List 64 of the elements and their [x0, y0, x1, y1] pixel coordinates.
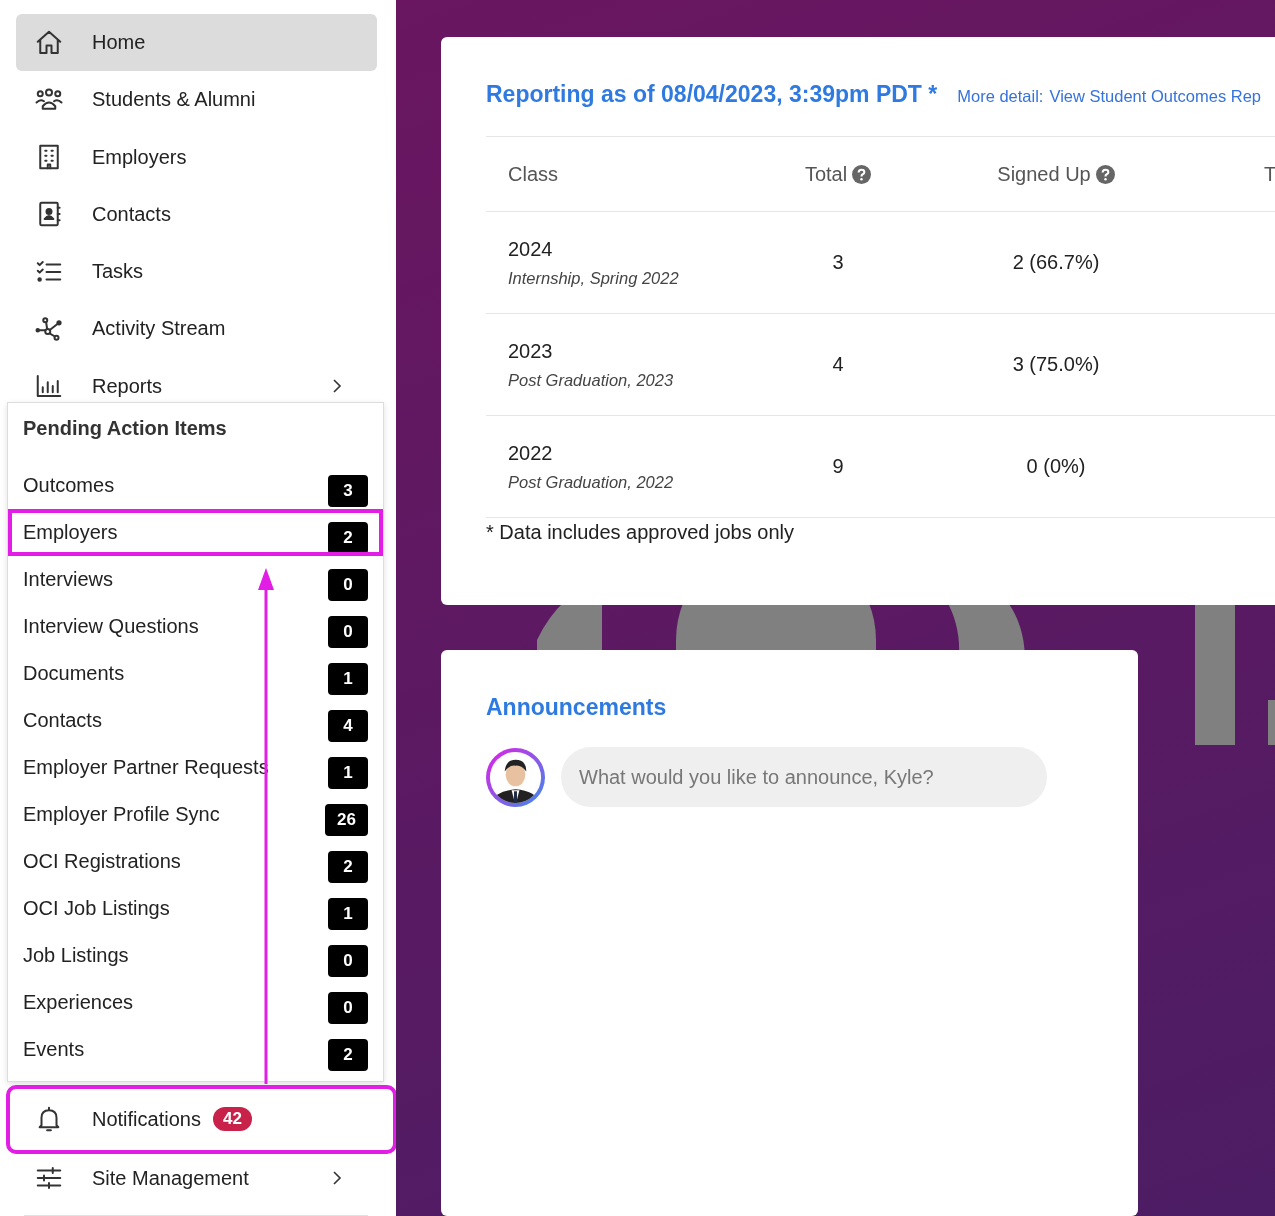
- count-badge: 1: [328, 898, 368, 931]
- menu-item[interactable]: Outcomes 3: [8, 461, 383, 509]
- menu-item[interactable]: OCI Job Listings 1: [8, 884, 383, 932]
- menu-item[interactable]: Employer Profile Sync 26: [8, 790, 383, 838]
- count-badge: 0: [328, 992, 368, 1025]
- column-header: T: [1263, 162, 1275, 186]
- class-year: 2024: [508, 237, 554, 261]
- count-badge: 4: [328, 710, 368, 743]
- column-header: Total: [776, 162, 900, 186]
- count-badge: 42: [212, 1107, 252, 1132]
- count-badge: 1: [328, 757, 368, 790]
- nav-item[interactable]: Contacts: [16, 185, 377, 243]
- table-cell-text: 0 (0%): [1025, 455, 1087, 478]
- table-cell-text: 2 (66.7%): [1011, 251, 1101, 274]
- menu-item[interactable]: Job Listings 0: [8, 931, 383, 979]
- table-cell-text: 9: [831, 455, 845, 478]
- count-badge: 1: [328, 663, 368, 696]
- column-header: Class: [507, 162, 559, 186]
- card-title: Reporting as of 08/04/2023, 3:39pm PDT *: [486, 81, 938, 108]
- table-cell-text: 3 (75.0%): [1011, 353, 1101, 376]
- chevron-right-icon: [332, 1170, 342, 1187]
- detail-label: More detail:: [957, 87, 1044, 106]
- count-badge: 26: [325, 804, 368, 837]
- class-term: Internship, Spring 2022: [508, 268, 680, 288]
- help-icon: [852, 164, 872, 184]
- count-badge: 0: [328, 569, 368, 602]
- menu-item[interactable]: Interview Questions 0: [8, 602, 383, 650]
- count-badge: 2: [328, 522, 368, 555]
- nav-item[interactable]: Home: [16, 14, 377, 72]
- class-term: Post Graduation, 2023: [508, 370, 675, 390]
- nav-item[interactable]: Activity Stream: [16, 300, 377, 358]
- announcement-field[interactable]: What would you like to announce, Kyle?: [561, 747, 1047, 807]
- menu-item[interactable]: Contacts 4: [8, 696, 383, 744]
- menu-item[interactable]: Experiences 0: [8, 978, 383, 1026]
- background-numeral: [1268, 700, 1275, 745]
- report-link[interactable]: View Student Outcomes Rep: [1049, 87, 1261, 106]
- nav-item[interactable]: Tasks: [16, 242, 377, 301]
- nav-item[interactable]: Students & Alumni: [16, 71, 377, 129]
- nav-item[interactable]: Reports: [16, 357, 377, 415]
- nav-item[interactable]: Employers: [16, 128, 377, 186]
- nav-item[interactable]: Notifications 42: [10, 1088, 393, 1150]
- menu-item[interactable]: Documents 1: [8, 649, 383, 697]
- class-year: 2022: [508, 441, 554, 465]
- menu-title: Pending Action Items: [22, 416, 228, 441]
- count-badge: 2: [328, 1039, 368, 1072]
- menu-item[interactable]: Events 2: [8, 1025, 383, 1073]
- menu-item[interactable]: OCI Registrations 2: [8, 837, 383, 885]
- table-cell-text: 3: [831, 251, 845, 274]
- help-icon: [1095, 164, 1115, 184]
- menu-item[interactable]: Interviews 0: [8, 555, 383, 603]
- card-title: Announcements: [486, 694, 668, 721]
- count-badge: 0: [328, 616, 368, 649]
- chevron-right-icon: [332, 378, 342, 394]
- footnote: * Data includes approved jobs only: [486, 521, 795, 544]
- menu-item[interactable]: Employers 2: [8, 508, 383, 556]
- nav-item[interactable]: Site Management: [16, 1149, 377, 1208]
- count-badge: 2: [328, 851, 368, 884]
- avatar: [486, 747, 545, 807]
- column-header: Signed Up: [900, 162, 1212, 186]
- table-cell-text: 4: [831, 353, 845, 376]
- class-year: 2023: [508, 339, 554, 363]
- count-badge: 3: [328, 475, 368, 508]
- class-term: Post Graduation, 2022: [508, 472, 675, 492]
- count-badge: 0: [328, 945, 368, 978]
